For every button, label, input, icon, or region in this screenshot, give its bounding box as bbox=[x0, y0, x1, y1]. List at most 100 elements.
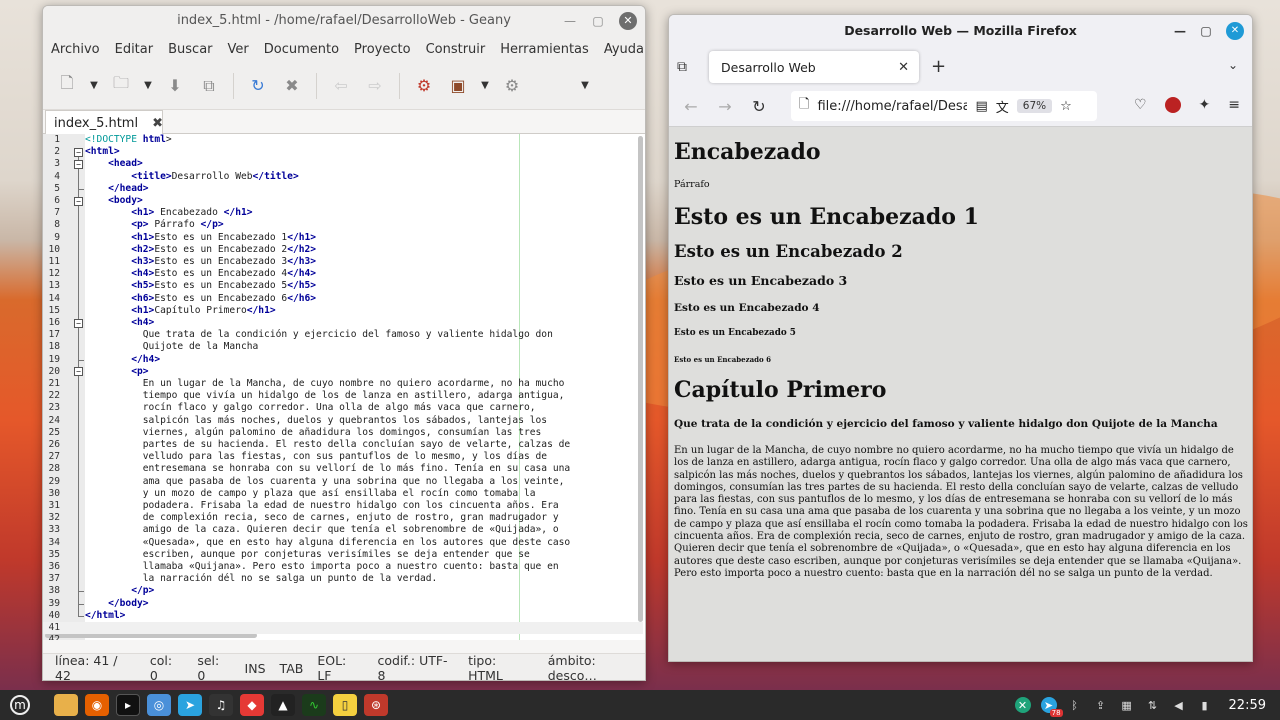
extensions-puzzle-icon[interactable]: ✦ bbox=[1199, 97, 1211, 113]
menu-editar[interactable]: Editar bbox=[115, 42, 154, 57]
code-line[interactable]: 9 <h1>Esto es un Encabezado 1</h1> bbox=[43, 232, 643, 244]
translate-icon[interactable]: 文 bbox=[996, 97, 1009, 116]
code-line[interactable]: 26 partes de su hacienda. El resto della… bbox=[43, 439, 643, 451]
tray-telegram-icon[interactable]: ➤ 78 bbox=[1040, 697, 1063, 717]
tray-app-icon[interactable]: ✕ bbox=[1014, 697, 1031, 713]
terminal-icon[interactable]: ▸ bbox=[116, 694, 140, 716]
clock[interactable]: 22:59 bbox=[1229, 698, 1266, 713]
fold-toggle-icon[interactable]: − bbox=[74, 367, 83, 377]
fold-toggle-icon[interactable]: − bbox=[74, 159, 83, 169]
menu-construir[interactable]: Construir bbox=[426, 42, 486, 57]
media-app-icon[interactable]: ◆ bbox=[240, 694, 264, 716]
tab-overview-icon[interactable]: ⧉ bbox=[677, 59, 697, 75]
code-line[interactable]: 18 Quijote de la Mancha bbox=[43, 341, 643, 353]
code-line[interactable]: 12 <h4>Esto es un Encabezado 4</h4> bbox=[43, 268, 643, 280]
code-line[interactable]: 14 <h6>Esto es un Encabezado 6</h6> bbox=[43, 293, 643, 305]
code-line[interactable]: 21 En un lugar de la Mancha, de cuyo nom… bbox=[43, 378, 643, 390]
close-tab-icon[interactable]: ✕ bbox=[898, 60, 909, 75]
open-folder-icon[interactable]: 🗀 bbox=[107, 72, 135, 100]
geany-titlebar[interactable]: index_5.html - /home/rafael/DesarrolloWe… bbox=[43, 6, 645, 36]
firefox-icon[interactable]: ◉ bbox=[85, 694, 109, 716]
notes-icon[interactable]: ▯ bbox=[333, 694, 357, 716]
code-line[interactable]: 24 salpicón las más noches, duelos y que… bbox=[43, 415, 643, 427]
minimize-icon[interactable]: — bbox=[1174, 15, 1186, 47]
mint-menu-icon[interactable]: m bbox=[10, 695, 30, 715]
tab-desarrollo-web[interactable]: Desarrollo Web ✕ bbox=[709, 51, 919, 83]
code-line[interactable]: 8 <p> Párrafo </p> bbox=[43, 219, 643, 231]
code-line[interactable]: 42 bbox=[43, 634, 643, 640]
menu-archivo[interactable]: Archivo bbox=[51, 42, 100, 57]
code-line[interactable]: 39 </body> bbox=[43, 598, 643, 610]
code-line[interactable]: 16 <h4> bbox=[43, 317, 643, 329]
maximize-icon[interactable]: ▢ bbox=[591, 6, 605, 36]
reader-view-icon[interactable]: ▤ bbox=[975, 99, 987, 114]
code-line[interactable]: 4 <title>Desarrollo Web</title> bbox=[43, 171, 643, 183]
code-line[interactable]: 15 <h1>Capítulo Primero</h1> bbox=[43, 305, 643, 317]
geany-taskbar-icon[interactable]: ⊛ bbox=[364, 694, 388, 716]
code-line[interactable]: 29 ama que pasaba de los cuarenta y una … bbox=[43, 476, 643, 488]
code-line[interactable]: 7 <h1> Encabezado </h1> bbox=[43, 207, 643, 219]
menu-proyecto[interactable]: Proyecto bbox=[354, 42, 411, 57]
telegram-icon[interactable]: ➤ bbox=[178, 694, 202, 716]
new-tab-icon[interactable]: + bbox=[931, 56, 946, 77]
close-file-icon[interactable]: ✖ bbox=[278, 72, 306, 100]
system-monitor-icon[interactable]: ∿ bbox=[302, 694, 326, 716]
new-file-icon[interactable]: 🗋 bbox=[53, 72, 81, 100]
reload-icon[interactable]: ↻ bbox=[244, 72, 272, 100]
files-folder-icon[interactable] bbox=[54, 694, 78, 716]
code-line[interactable]: 20 <p> bbox=[43, 366, 643, 378]
bookmark-star-icon[interactable]: ☆ bbox=[1060, 99, 1072, 114]
bluetooth-icon[interactable]: ᛒ bbox=[1067, 697, 1083, 713]
minimize-icon[interactable]: — bbox=[563, 6, 577, 36]
url-text[interactable]: file:///home/rafael/Desar bbox=[817, 99, 967, 114]
new-file-dropdown-icon[interactable]: ▼ bbox=[87, 80, 101, 91]
code-line[interactable]: 34 «Quesada», que en esto hay alguna dif… bbox=[43, 537, 643, 549]
update-manager-icon[interactable]: ⇪ bbox=[1093, 697, 1109, 713]
fold-toggle-icon[interactable]: − bbox=[74, 147, 83, 157]
back-arrow-icon[interactable]: ← bbox=[681, 97, 701, 116]
fold-toggle-icon[interactable]: − bbox=[74, 196, 83, 206]
code-line[interactable]: 17 Que trata de la condición y ejercicio… bbox=[43, 329, 643, 341]
menu-ver[interactable]: Ver bbox=[228, 42, 249, 57]
code-line[interactable]: 41 bbox=[43, 622, 643, 635]
code-line[interactable]: 36 llamaba «Quijana». Pero esto importa … bbox=[43, 561, 643, 573]
code-line[interactable]: 5 </head> bbox=[43, 183, 643, 195]
code-line[interactable]: 27 velludo para las fiestas, con sus pan… bbox=[43, 451, 643, 463]
code-line[interactable]: 10 <h2>Esto es un Encabezado 2</h2> bbox=[43, 244, 643, 256]
tab-index-5[interactable]: index_5.html ✖ bbox=[45, 110, 163, 135]
code-line[interactable]: 28 entresemana se honraba con su vellorí… bbox=[43, 463, 643, 475]
open-recent-dropdown-icon[interactable]: ▼ bbox=[141, 80, 155, 91]
code-line[interactable]: 13 <h5>Esto es un Encabezado 5</h5> bbox=[43, 280, 643, 292]
code-line[interactable]: 38 </p> bbox=[43, 585, 643, 597]
browser-icon[interactable]: ◎ bbox=[147, 694, 171, 716]
toolbar-overflow-icon[interactable]: ▼ bbox=[578, 80, 592, 91]
code-line[interactable]: 30 y un mozo de campo y plaza que así en… bbox=[43, 488, 643, 500]
list-tabs-chevron-icon[interactable]: ⌄ bbox=[1228, 58, 1238, 72]
close-icon[interactable]: ✕ bbox=[1226, 22, 1244, 40]
menu-ayuda[interactable]: Ayuda bbox=[604, 42, 644, 57]
code-line[interactable]: 22 tiempo que vivía un hidalgo de los de… bbox=[43, 390, 643, 402]
code-line[interactable]: 19 </h4> bbox=[43, 354, 643, 366]
code-line[interactable]: 11 <h3>Esto es un Encabezado 3</h3> bbox=[43, 256, 643, 268]
code-line[interactable]: 1 <!DOCTYPE html> bbox=[43, 134, 643, 146]
preferences-icon[interactable]: ⚙ bbox=[498, 72, 526, 100]
code-line[interactable]: 31 podadera. Frisaba la edad de nuestro … bbox=[43, 500, 643, 512]
forward-arrow-icon[interactable]: → bbox=[715, 97, 735, 116]
reload-icon[interactable]: ↻ bbox=[749, 97, 769, 116]
zoom-level[interactable]: 67% bbox=[1016, 99, 1053, 113]
firefox-titlebar[interactable]: Desarrollo Web — Mozilla Firefox — ▢ ✕ bbox=[669, 15, 1252, 47]
hamburger-menu-icon[interactable]: ≡ bbox=[1228, 97, 1240, 113]
network-icon[interactable]: ⇅ bbox=[1145, 697, 1161, 713]
code-line[interactable]: 35 escriben, aunque por conjeturas veris… bbox=[43, 549, 643, 561]
menu-buscar[interactable]: Buscar bbox=[168, 42, 212, 57]
fold-toggle-icon[interactable]: − bbox=[74, 318, 83, 328]
close-icon[interactable]: ✕ bbox=[619, 12, 637, 30]
nav-back-icon[interactable]: ⇦ bbox=[327, 72, 355, 100]
code-line[interactable]: 33 amigo de la caza. Quieren decir que t… bbox=[43, 524, 643, 536]
maximize-icon[interactable]: ▢ bbox=[1200, 15, 1212, 47]
code-line[interactable]: 40 </html> bbox=[43, 610, 643, 622]
menu-herramientas[interactable]: Herramientas bbox=[500, 42, 589, 57]
url-bar[interactable]: 🗋 file:///home/rafael/Desar ▤ 文 67% ☆ bbox=[791, 91, 1097, 121]
battery-icon[interactable]: ▮ bbox=[1197, 697, 1213, 713]
pocket-icon[interactable]: ♡ bbox=[1134, 97, 1147, 113]
